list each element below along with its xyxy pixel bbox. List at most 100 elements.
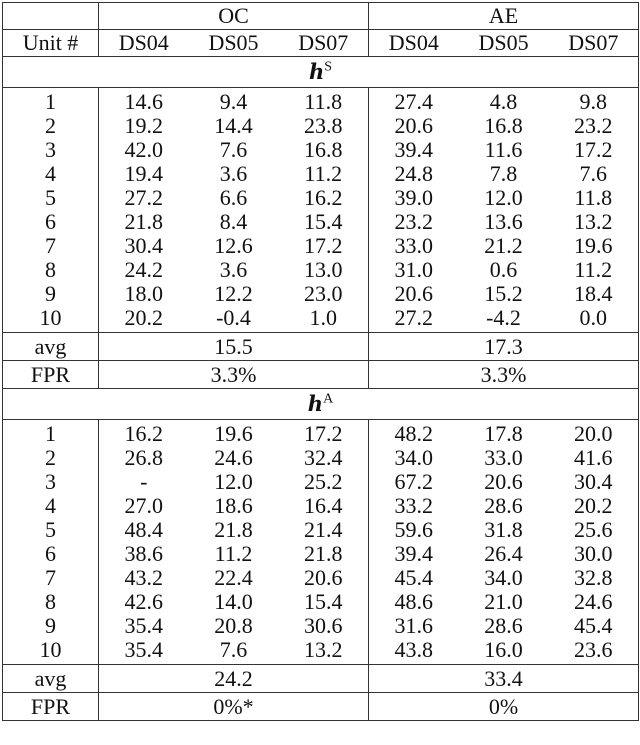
- value-cell: 11.2: [214, 541, 253, 566]
- value-cell: 7.8: [489, 161, 518, 186]
- value-cell: 23.6: [548, 638, 640, 665]
- table-row: 10 20.2 -0.4 1.0 27.2 -4.2 0.0: [2, 306, 640, 333]
- value-cell: 24.6: [214, 445, 253, 470]
- value-cell: -4.2: [458, 306, 549, 333]
- unit-cell: 4: [2, 162, 99, 186]
- value-cell: 7.6: [219, 137, 248, 162]
- unit-cell: 10: [2, 306, 99, 333]
- unit-cell: 3: [2, 470, 99, 494]
- value-cell: 17.2: [278, 419, 370, 446]
- value-cell: 16.8: [484, 113, 523, 138]
- value-cell: 14.0: [214, 589, 253, 614]
- avg-label: avg: [2, 332, 99, 361]
- value-cell: 18.6: [214, 493, 253, 518]
- table-row: 4 19.4 3.6 11.2 24.8 7.8 7.6: [2, 161, 640, 186]
- value-cell: 35.4: [124, 613, 164, 638]
- value-cell: 28.6: [484, 613, 523, 638]
- dataset-header: DS05: [188, 29, 279, 57]
- value-cell: 21.8: [214, 517, 253, 542]
- dataset-header: DS04: [368, 29, 459, 57]
- value-cell: 39.0: [394, 185, 434, 210]
- avg-row: avg 24.2 33.4: [2, 664, 640, 693]
- avg-row: avg 15.5 17.3: [2, 332, 640, 361]
- avg-label: avg: [2, 664, 99, 693]
- value-cell: 34.0: [394, 445, 434, 470]
- value-cell: 24.8: [394, 161, 434, 186]
- value-cell: 21.8: [278, 542, 370, 566]
- value-cell: 67.2: [394, 469, 434, 494]
- unit-cell: 4: [2, 494, 99, 518]
- value-cell: 13.2: [548, 210, 640, 234]
- fpr-label: FPR: [2, 360, 99, 389]
- value-cell: 39.4: [394, 137, 434, 162]
- unit-cell: 5: [2, 518, 99, 542]
- table-row: 5 27.2 6.6 16.2 39.0 12.0 11.8: [2, 185, 640, 210]
- value-cell: 4.8: [489, 89, 518, 114]
- value-cell: 45.4: [394, 565, 434, 590]
- value-cell: 48.4: [124, 517, 164, 542]
- value-cell: 16.2: [278, 186, 370, 210]
- value-cell: 16.4: [278, 494, 370, 518]
- avg-ae-value: 33.4: [368, 664, 640, 693]
- value-cell: 42.6: [124, 589, 164, 614]
- table-row: 2 19.2 14.4 23.8 20.6 16.8 23.2: [2, 113, 640, 138]
- value-cell: 3.6: [219, 161, 248, 186]
- value-cell: 24.2: [124, 257, 164, 282]
- table-row: 3 42.0 7.6 16.8 39.4 11.6 17.2: [2, 137, 640, 162]
- value-cell: 20.0: [548, 419, 640, 446]
- section-superscript: S: [324, 59, 333, 75]
- value-cell: 20.8: [214, 613, 253, 638]
- avg-ae-value: 17.3: [368, 332, 640, 361]
- value-cell: 12.2: [214, 281, 253, 306]
- fpr-oc-value: 0%*: [98, 692, 370, 721]
- value-cell: 27.2: [368, 306, 459, 333]
- value-cell: 31.0: [394, 257, 434, 282]
- value-cell: 30.6: [278, 614, 370, 638]
- fpr-row: FPR 0%* 0%: [2, 692, 640, 721]
- value-cell: 43.8: [368, 638, 459, 665]
- value-cell: 23.0: [278, 282, 370, 306]
- value-cell: 25.6: [548, 518, 640, 542]
- value-cell: 39.4: [394, 541, 434, 566]
- value-cell: 26.8: [124, 445, 164, 470]
- unit-header: Unit #: [2, 29, 99, 57]
- value-cell: 15.4: [278, 590, 370, 614]
- unit-cell: 7: [2, 566, 99, 590]
- value-cell: 22.4: [214, 565, 253, 590]
- value-cell: 32.4: [278, 446, 370, 470]
- value-cell: 32.8: [548, 566, 640, 590]
- section-header-row: hS: [1, 56, 640, 88]
- dataset-header: DS05: [458, 29, 549, 57]
- value-cell: 11.2: [278, 162, 370, 186]
- unit-cell: 9: [2, 282, 99, 306]
- table-row: 7 30.4 12.6 17.2 33.0 21.2 19.6: [2, 234, 640, 258]
- unit-cell: 2: [2, 114, 99, 138]
- value-cell: -: [140, 469, 148, 494]
- table-row: 8 24.2 3.6 13.0 31.0 0.6 11.2: [2, 257, 640, 282]
- table-row: 3 - 12.0 25.2 67.2 20.6 30.4: [2, 469, 640, 494]
- value-cell: 16.0: [458, 638, 549, 665]
- unit-cell: 1: [2, 419, 99, 446]
- value-cell: 21.0: [484, 589, 523, 614]
- value-cell: 14.4: [214, 113, 253, 138]
- value-cell: 9.8: [548, 87, 640, 114]
- table-row: 8 42.6 14.0 15.4 48.6 21.0 24.6: [2, 589, 640, 614]
- value-cell: 20.6: [394, 281, 434, 306]
- results-table: OC AE Unit # DS04 DS05 DS07 DS04 DS05 DS…: [1, 2, 640, 721]
- value-cell: 20.2: [98, 306, 189, 333]
- unit-cell: 6: [2, 210, 99, 234]
- value-cell: 15.4: [278, 210, 370, 234]
- value-cell: 13.6: [484, 209, 523, 234]
- table-row: 1 14.6 9.4 11.8 27.4 4.8 9.8: [2, 87, 640, 114]
- value-cell: 27.4: [394, 89, 434, 114]
- value-cell: 34.0: [484, 565, 523, 590]
- dataset-header: DS04: [98, 29, 189, 57]
- value-cell: 11.8: [278, 87, 370, 114]
- value-cell: 16.2: [124, 421, 164, 446]
- table-row: 7 43.2 22.4 20.6 45.4 34.0 32.8: [2, 565, 640, 590]
- value-cell: 35.4: [98, 638, 189, 665]
- value-cell: 25.2: [278, 470, 370, 494]
- value-cell: 24.6: [548, 590, 640, 614]
- value-cell: 48.2: [394, 421, 434, 446]
- value-cell: 19.6: [214, 421, 253, 446]
